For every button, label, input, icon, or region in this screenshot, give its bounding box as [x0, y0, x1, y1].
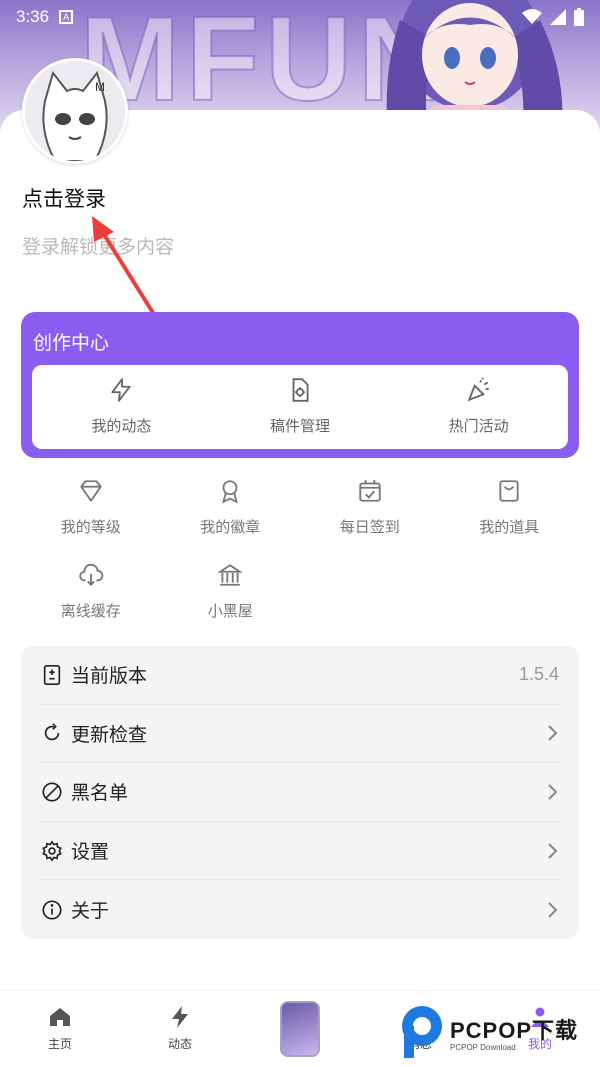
pcpop-logo-icon — [402, 1006, 442, 1058]
grid-item-label: 我的等级 — [60, 518, 121, 536]
watermark-main: PCPOP下载 — [450, 1017, 579, 1043]
creation-item-label: 我的动态 — [91, 417, 152, 435]
creation-center-card: 创作中心 我的动态 稿件管理 热门活动 — [21, 312, 579, 458]
lightning-icon — [111, 378, 131, 402]
watermark-sub: PCPOP Download — [450, 1042, 516, 1052]
signal-icon — [550, 9, 566, 25]
list-item-current-version[interactable]: 当前版本 1.5.4 — [41, 646, 559, 705]
version-value: 1.5.4 — [518, 664, 559, 685]
pcpop-watermark: PCPOP下载 PCPOP Download — [400, 1002, 600, 1062]
creation-item-hot-events[interactable]: 热门活动 — [389, 365, 568, 449]
wifi-icon — [522, 9, 542, 24]
list-item-settings[interactable]: 设置 — [41, 822, 559, 881]
list-item-about[interactable]: 关于 — [41, 880, 559, 939]
nav-label: 主页 — [47, 1037, 72, 1051]
lightning-icon — [172, 1006, 188, 1028]
medal-icon — [222, 480, 239, 504]
list-item-blacklist[interactable]: 黑名单 — [41, 763, 559, 822]
file-settings-icon — [292, 378, 309, 402]
list-item-check-update[interactable]: 更新检查 — [41, 705, 559, 764]
cloud-download-icon — [79, 563, 103, 587]
list-item-label: 设置 — [71, 841, 110, 864]
creation-item-manuscripts[interactable]: 稿件管理 — [211, 365, 390, 449]
grid-item-blackroom[interactable]: 小黑屋 — [161, 562, 301, 646]
list-item-label: 当前版本 — [71, 665, 148, 688]
login-prompt[interactable]: 点击登录 — [22, 183, 106, 213]
party-popper-icon — [467, 377, 489, 402]
block-icon — [42, 782, 62, 802]
grid-item-my-level[interactable]: 我的等级 — [21, 478, 161, 562]
feature-grid: 我的等级 我的徽章 每日签到 我的道具 离线缓存 小黑屋 — [21, 478, 579, 646]
chevron-right-icon — [548, 842, 558, 859]
nav-home[interactable]: 主页 — [0, 991, 120, 1067]
settings-list: 当前版本 1.5.4 更新检查 黑名单 设置 关于 — [21, 646, 579, 939]
avatar[interactable]: M — [22, 58, 128, 164]
creation-item-label: 稿件管理 — [270, 417, 331, 435]
status-bar: 3:36 A — [0, 0, 600, 34]
list-item-label: 更新检查 — [71, 723, 148, 746]
center-avatar-icon — [280, 1001, 320, 1057]
chevron-right-icon — [548, 901, 558, 918]
creation-center-title: 创作中心 — [33, 332, 110, 354]
grid-item-label: 每日签到 — [339, 518, 400, 536]
list-item-label: 黑名单 — [71, 782, 129, 805]
nav-center-avatar[interactable] — [240, 991, 360, 1067]
grid-item-label: 我的道具 — [479, 518, 540, 536]
creation-item-my-posts[interactable]: 我的动态 — [32, 365, 211, 449]
creation-center-items: 我的动态 稿件管理 热门活动 — [32, 365, 568, 449]
status-time: 3:36 — [16, 7, 50, 26]
creation-item-label: 热门活动 — [448, 417, 509, 435]
refresh-icon — [44, 723, 60, 741]
battery-icon — [574, 8, 584, 26]
info-icon — [42, 900, 62, 920]
nav-feed[interactable]: 动态 — [120, 991, 240, 1067]
grid-item-daily-checkin[interactable]: 每日签到 — [300, 478, 440, 562]
building-icon — [217, 564, 244, 586]
grid-item-label: 我的徽章 — [200, 518, 261, 536]
version-icon — [43, 664, 61, 685]
notification-a-icon: A — [59, 10, 74, 24]
grid-item-my-badges[interactable]: 我的徽章 — [161, 478, 301, 562]
grid-item-offline-cache[interactable]: 离线缓存 — [21, 562, 161, 646]
shopping-bag-icon — [499, 480, 519, 502]
list-item-label: 关于 — [71, 900, 110, 923]
chevron-right-icon — [548, 784, 558, 800]
chevron-right-icon — [548, 725, 558, 742]
grid-item-my-props[interactable]: 我的道具 — [440, 478, 580, 562]
grid-item-label: 离线缓存 — [60, 602, 121, 620]
svg-text:M: M — [95, 80, 105, 94]
nav-label: 动态 — [167, 1037, 192, 1051]
grid-item-label: 小黑屋 — [207, 602, 253, 620]
calendar-check-icon — [359, 480, 381, 502]
default-avatar-cat-icon: M — [25, 61, 125, 161]
home-icon — [50, 1008, 70, 1026]
gear-icon — [42, 839, 62, 862]
diamond-icon — [80, 480, 102, 502]
